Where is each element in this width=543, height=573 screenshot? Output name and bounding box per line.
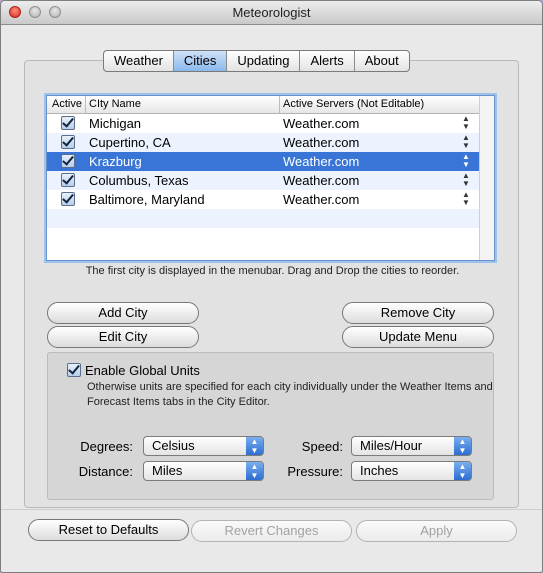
pressure-label: Pressure: bbox=[287, 464, 343, 479]
city-name: Baltimore, Maryland bbox=[89, 192, 205, 207]
add-city-button[interactable]: Add City bbox=[47, 302, 199, 324]
revert-changes-button[interactable]: Revert Changes bbox=[191, 520, 352, 542]
edit-city-button[interactable]: Edit City bbox=[47, 326, 199, 348]
speed-label: Speed: bbox=[301, 439, 343, 454]
tab-updating[interactable]: Updating bbox=[227, 51, 301, 71]
popup-arrows-icon: ▲ ▼ bbox=[246, 462, 263, 480]
server-name: Weather.com bbox=[283, 135, 360, 150]
table-row[interactable]: Michigan Weather.com ▲ ▼ bbox=[47, 114, 479, 133]
tab-cities[interactable]: Cities bbox=[173, 51, 228, 71]
header-city-name[interactable]: CIty Name bbox=[89, 98, 141, 110]
table-row[interactable]: Krazburg Weather.com ▲ ▼ bbox=[47, 152, 479, 171]
empty-row bbox=[47, 228, 479, 247]
server-name: Weather.com bbox=[283, 116, 360, 131]
active-checkbox[interactable] bbox=[61, 154, 75, 168]
server-stepper-icon[interactable]: ▲ ▼ bbox=[462, 153, 470, 169]
window-title: Meteorologist bbox=[232, 5, 311, 20]
table-scrollbar[interactable] bbox=[479, 96, 494, 260]
table-header: Active CIty Name Active Servers (Not Edi… bbox=[47, 96, 479, 114]
server-name: Weather.com bbox=[283, 192, 360, 207]
server-stepper-icon[interactable]: ▲ ▼ bbox=[462, 191, 470, 207]
preferences-window: Meteorologist Weather Cities Updating Al… bbox=[0, 0, 543, 573]
empty-row bbox=[47, 209, 479, 228]
city-name: Krazburg bbox=[89, 154, 142, 169]
distance-label: Distance: bbox=[78, 464, 133, 479]
distance-popup[interactable]: Miles ▲ ▼ bbox=[143, 461, 264, 481]
remove-city-button[interactable]: Remove City bbox=[342, 302, 494, 324]
header-active[interactable]: Active bbox=[52, 98, 82, 110]
active-checkbox[interactable] bbox=[61, 135, 75, 149]
footer-divider bbox=[1, 509, 542, 510]
tab-bar: Weather Cities Updating Alerts About bbox=[103, 50, 410, 72]
server-name: Weather.com bbox=[283, 173, 360, 188]
cities-hint-text: The first city is displayed in the menub… bbox=[85, 265, 460, 277]
city-name: Columbus, Texas bbox=[89, 173, 189, 188]
active-checkbox[interactable] bbox=[61, 173, 75, 187]
title-bar[interactable]: Meteorologist bbox=[1, 1, 542, 25]
header-active-servers[interactable]: Active Servers (Not Editable) bbox=[283, 98, 424, 110]
server-stepper-icon[interactable]: ▲ ▼ bbox=[462, 134, 470, 150]
enable-global-units-label[interactable]: Enable Global Units bbox=[85, 363, 200, 378]
enable-global-units-checkbox[interactable] bbox=[67, 363, 81, 377]
column-divider[interactable] bbox=[85, 96, 86, 113]
degrees-popup[interactable]: Celsius ▲ ▼ bbox=[143, 436, 264, 456]
degrees-value: Celsius bbox=[152, 438, 195, 453]
tab-weather[interactable]: Weather bbox=[104, 51, 174, 71]
server-stepper-icon[interactable]: ▲ ▼ bbox=[462, 172, 470, 188]
city-name: Michigan bbox=[89, 116, 142, 131]
global-units-description: Otherwise units are specified for each c… bbox=[87, 381, 493, 408]
server-name: Weather.com bbox=[283, 154, 360, 169]
popup-arrows-icon: ▲ ▼ bbox=[454, 437, 471, 455]
pressure-value: Inches bbox=[360, 463, 399, 478]
update-menu-button[interactable]: Update Menu bbox=[342, 326, 494, 348]
apply-button[interactable]: Apply bbox=[356, 520, 517, 542]
table-row[interactable]: Columbus, Texas Weather.com ▲ ▼ bbox=[47, 171, 479, 190]
active-checkbox[interactable] bbox=[61, 192, 75, 206]
table-row[interactable]: Cupertino, CA Weather.com ▲ ▼ bbox=[47, 133, 479, 152]
tab-about[interactable]: About bbox=[355, 51, 409, 71]
speed-popup[interactable]: Miles/Hour ▲ ▼ bbox=[351, 436, 472, 456]
tab-alerts[interactable]: Alerts bbox=[300, 51, 355, 71]
degrees-label: Degrees: bbox=[80, 439, 133, 454]
distance-value: Miles bbox=[152, 463, 183, 478]
table-row[interactable]: Baltimore, Maryland Weather.com ▲ ▼ bbox=[47, 190, 479, 209]
popup-arrows-icon: ▲ ▼ bbox=[246, 437, 263, 455]
cities-table[interactable]: Active CIty Name Active Servers (Not Edi… bbox=[46, 95, 495, 261]
server-stepper-icon[interactable]: ▲ ▼ bbox=[462, 115, 470, 131]
city-name: Cupertino, CA bbox=[89, 135, 171, 150]
column-divider[interactable] bbox=[279, 96, 280, 113]
reset-to-defaults-button[interactable]: Reset to Defaults bbox=[28, 519, 189, 541]
speed-value: Miles/Hour bbox=[360, 438, 423, 453]
pressure-popup[interactable]: Inches ▲ ▼ bbox=[351, 461, 472, 481]
active-checkbox[interactable] bbox=[61, 116, 75, 130]
popup-arrows-icon: ▲ ▼ bbox=[454, 462, 471, 480]
